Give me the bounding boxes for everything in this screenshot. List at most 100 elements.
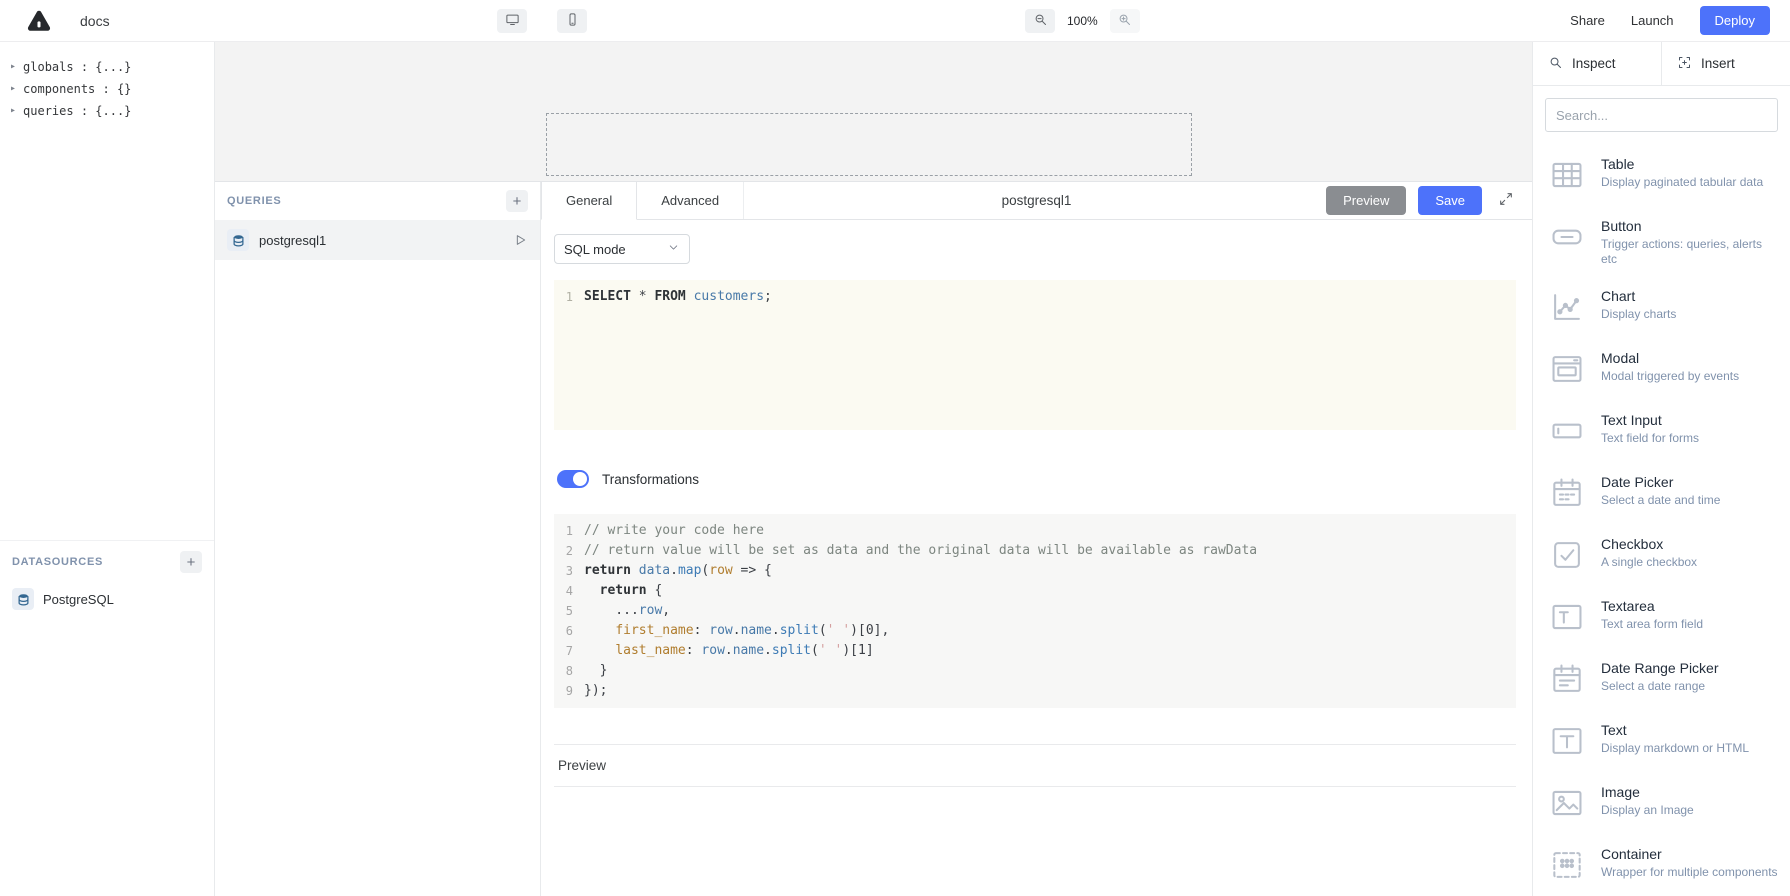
app-canvas[interactable] (215, 42, 1532, 181)
sql-mode-select[interactable]: SQL mode (554, 234, 690, 264)
component-card[interactable]: ImageDisplay an Image (1545, 772, 1778, 834)
component-name: Button (1601, 217, 1778, 235)
date-range-picker-icon (1545, 657, 1589, 701)
zoom-in-button[interactable] (1110, 9, 1140, 33)
chart-icon (1545, 285, 1589, 329)
component-description: Text area form field (1601, 617, 1703, 632)
desktop-icon (505, 12, 520, 30)
expand-icon (1498, 195, 1514, 210)
component-text: CheckboxA single checkbox (1601, 533, 1697, 577)
inspector-tree: ▸ globals : {...} ▸components : {}▸queries… (0, 42, 214, 122)
component-name: Chart (1601, 287, 1676, 305)
app-name: docs (80, 13, 110, 29)
button-icon (1545, 215, 1589, 259)
datasource-item[interactable]: PostgreSQL (0, 579, 214, 619)
launch-button[interactable]: Launch (1631, 13, 1674, 28)
code-line: 7 last_name: row.name.split(' ')[1] (554, 641, 1516, 661)
code-text: } (584, 661, 607, 681)
chevron-right-icon: ▸ (10, 62, 16, 72)
insert-icon (1677, 55, 1692, 73)
component-text: Text InputText field for forms (1601, 409, 1699, 453)
date-picker-icon (1545, 471, 1589, 515)
text-input-icon (1545, 409, 1589, 453)
code-line: 5 ...row, (554, 601, 1516, 621)
add-datasource-button[interactable]: + (180, 551, 202, 573)
code-text: SELECT * FROM customers; (584, 287, 772, 307)
transformations-label: Transformations (602, 472, 699, 487)
postgresql-icon (12, 588, 34, 610)
component-name: Textarea (1601, 597, 1703, 615)
preview-section: Preview (554, 744, 1516, 787)
code-text: return { (584, 581, 662, 601)
tab-insert[interactable]: Insert (1662, 42, 1790, 85)
component-description: Text field for forms (1601, 431, 1699, 446)
code-line: 9}); (554, 681, 1516, 701)
transformations-editor[interactable]: 1// write your code here2// return value… (554, 514, 1516, 708)
add-query-button[interactable]: + (506, 190, 528, 212)
queries-header: QUERIES + (215, 182, 540, 220)
expand-editor-button[interactable] (1494, 189, 1518, 213)
component-text: Date Range PickerSelect a date range (1601, 657, 1719, 701)
tree-item[interactable]: ▸components : {} (10, 78, 214, 100)
component-text: Textarea Text area form field (1601, 595, 1703, 639)
tab-inspect[interactable]: Inspect (1533, 42, 1662, 85)
query-editor: postgresql1 General Advanced Preview Sav… (541, 182, 1532, 896)
code-line: 3return data.map(row => { (554, 561, 1516, 581)
zoom-out-button[interactable] (1025, 9, 1055, 33)
component-card[interactable]: Text InputText field for forms (1545, 400, 1778, 462)
component-card[interactable]: ContainerWrapper for multiple components (1545, 834, 1778, 896)
chevron-down-icon (667, 241, 680, 257)
widget-drop-zone[interactable] (546, 113, 1192, 176)
mobile-view-button[interactable] (557, 9, 587, 33)
component-description: Display paginated tabular data (1601, 175, 1763, 190)
canvas-mode-toggles (497, 9, 587, 33)
component-card[interactable]: Textarea Text area form field (1545, 586, 1778, 648)
component-name: Modal (1601, 349, 1739, 367)
component-card[interactable]: Date Range PickerSelect a date range (1545, 648, 1778, 710)
component-description: Select a date range (1601, 679, 1719, 694)
table-icon (1545, 153, 1589, 197)
deploy-button[interactable]: Deploy (1700, 6, 1770, 35)
code-line: 6 first_name: row.name.split(' ')[0], (554, 621, 1516, 641)
component-text: TableDisplay paginated tabular data (1601, 153, 1763, 197)
desktop-view-button[interactable] (497, 9, 527, 33)
query-list-item[interactable]: postgresql1 (215, 220, 540, 260)
component-card[interactable]: Date PickerSelect a date and time (1545, 462, 1778, 524)
preview-button[interactable]: Preview (1326, 186, 1406, 215)
topbar-actions: Share Launch Deploy (1570, 6, 1790, 35)
tree-item[interactable]: ▸queries : {...} (10, 100, 214, 122)
run-query-icon[interactable] (512, 232, 528, 248)
brand: docs (0, 8, 110, 34)
tab-general[interactable]: General (541, 182, 637, 220)
component-card[interactable]: ButtonTrigger actions: queries, alerts e… (1545, 206, 1778, 276)
code-text: // return value will be set as data and … (584, 541, 1257, 561)
save-button[interactable]: Save (1418, 186, 1482, 215)
component-card[interactable]: Modal Modal triggered by events (1545, 338, 1778, 400)
datasources-section: DATASOURCES + PostgreSQL (0, 540, 214, 619)
tree-item[interactable]: ▸ globals : {...} (10, 56, 214, 78)
tab-inspect-label: Inspect (1572, 56, 1616, 71)
query-editor-body: SQL mode 1SELECT * FROM customers; Trans… (541, 220, 1532, 896)
component-card[interactable]: ChartDisplay charts (1545, 276, 1778, 338)
textarea-icon (1545, 595, 1589, 639)
component-search-input[interactable] (1545, 98, 1778, 132)
query-panel: QUERIES + postgresql1 postgresql1 Genera… (215, 181, 1532, 896)
container-icon (1545, 843, 1589, 887)
component-description: A single checkbox (1601, 555, 1697, 570)
component-card[interactable]: TextDisplay markdown or HTML (1545, 710, 1778, 772)
component-card[interactable]: TableDisplay paginated tabular data (1545, 144, 1778, 206)
code-text: return data.map(row => { (584, 561, 772, 581)
transformations-toggle[interactable] (557, 470, 589, 488)
component-description: Select a date and time (1601, 493, 1720, 508)
share-button[interactable]: Share (1570, 13, 1605, 28)
component-card[interactable]: CheckboxA single checkbox (1545, 524, 1778, 586)
sql-editor[interactable]: 1SELECT * FROM customers; (554, 280, 1516, 430)
modal-icon (1545, 347, 1589, 391)
tab-advanced[interactable]: Advanced (637, 182, 743, 219)
component-description: Modal triggered by events (1601, 369, 1739, 384)
line-number: 6 (554, 621, 584, 641)
app-logo-icon[interactable] (26, 8, 52, 34)
tree-item-label: globals : {...} (23, 60, 131, 74)
code-line: 1// write your code here (554, 521, 1516, 541)
tree-item-label: queries : {...} (23, 104, 131, 118)
